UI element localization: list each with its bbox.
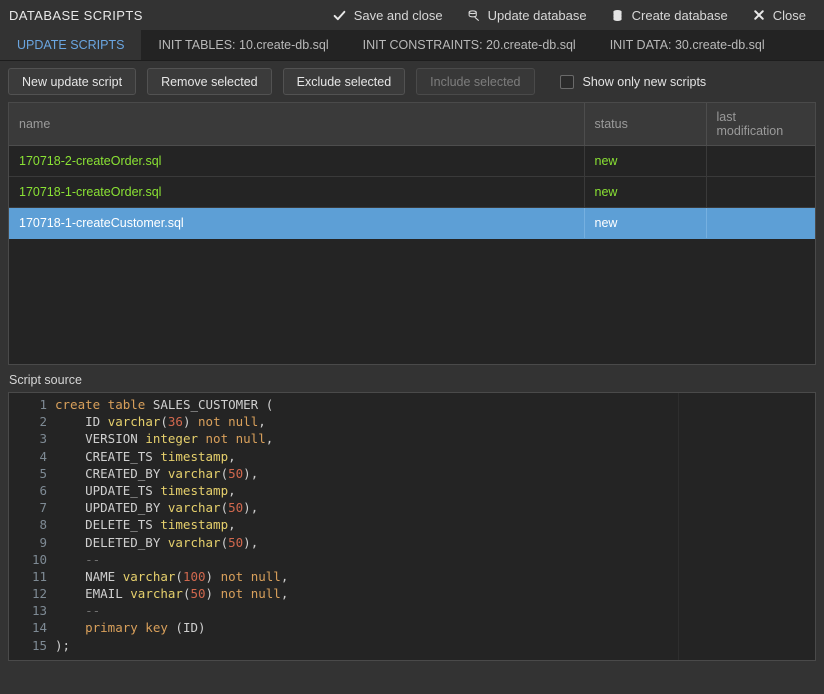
line-number: 6 bbox=[39, 482, 47, 498]
scripts-table[interactable]: name status last modification 170718-2-c… bbox=[8, 102, 816, 365]
code-line: 14 primary key (ID) bbox=[9, 619, 815, 636]
code-text: CREATE_TS timestamp, bbox=[55, 448, 236, 464]
checkbox-box[interactable] bbox=[559, 74, 574, 89]
tab-label: INIT TABLES: 10.create-db.sql bbox=[158, 38, 329, 52]
code-text: -- bbox=[55, 551, 101, 567]
code-text: create table SALES_CUSTOMER ( bbox=[55, 397, 274, 412]
close-label: Close bbox=[772, 7, 806, 23]
code-line: 8 DELETE_TS timestamp, bbox=[9, 516, 815, 533]
code-line: 3 VERSION integer not null, bbox=[9, 430, 815, 447]
line-number: 14 bbox=[31, 620, 47, 636]
code-line: 11 NAME varchar(100) not null, bbox=[9, 568, 815, 585]
page-title: DATABASE SCRIPTS bbox=[9, 7, 143, 23]
code-line: 12 EMAIL varchar(50) not null, bbox=[9, 585, 815, 602]
code-text: UPDATED_BY varchar(50), bbox=[55, 500, 259, 516]
code-text: CREATED_BY varchar(50), bbox=[55, 465, 259, 481]
update-database-label: Update database bbox=[487, 7, 587, 23]
code-text: ID varchar(36) not null, bbox=[55, 414, 266, 430]
cell-last-modification bbox=[706, 176, 815, 208]
cell-status: new bbox=[584, 145, 707, 177]
close-button[interactable]: Close bbox=[740, 0, 818, 30]
code-line: 1 create table SALES_CUSTOMER ( bbox=[9, 396, 815, 413]
code-lines: 1 create table SALES_CUSTOMER (2 ID varch… bbox=[9, 393, 815, 654]
line-number: 13 bbox=[31, 603, 47, 619]
code-text: DELETED_BY varchar(50), bbox=[55, 534, 259, 550]
check-icon bbox=[333, 8, 347, 22]
code-line: 13 -- bbox=[9, 602, 815, 619]
code-text: primary key (ID) bbox=[55, 620, 206, 636]
window-titlebar: DATABASE SCRIPTS Save and close Update d… bbox=[0, 0, 824, 30]
tab-update-scripts[interactable]: UPDATE SCRIPTS bbox=[0, 30, 142, 60]
line-number: 1 bbox=[39, 397, 47, 412]
code-line: 4 CREATE_TS timestamp, bbox=[9, 448, 815, 465]
cell-last-modification bbox=[706, 207, 815, 239]
create-database-icon bbox=[611, 8, 625, 22]
line-number: 8 bbox=[39, 517, 47, 533]
tab-init-tables[interactable]: INIT TABLES: 10.create-db.sql bbox=[141, 30, 345, 60]
line-number: 9 bbox=[39, 534, 47, 550]
line-number: 15 bbox=[31, 637, 47, 653]
code-line: 2 ID varchar(36) not null, bbox=[9, 413, 815, 430]
column-header-last-modification[interactable]: last modification bbox=[706, 103, 815, 146]
code-line: 6 UPDATE_TS timestamp, bbox=[9, 482, 815, 499]
line-number: 10 bbox=[31, 551, 47, 567]
close-icon bbox=[752, 8, 766, 22]
show-only-new-scripts-checkbox[interactable]: Show only new scripts bbox=[559, 74, 707, 89]
line-number: 5 bbox=[39, 465, 47, 481]
code-text: ); bbox=[55, 637, 71, 653]
cell-status: new bbox=[584, 207, 707, 239]
code-line: 15); bbox=[9, 637, 815, 654]
tabstrip: UPDATE SCRIPTS INIT TABLES: 10.create-db… bbox=[0, 30, 824, 61]
create-database-label: Create database bbox=[631, 7, 728, 23]
code-text: VERSION integer not null, bbox=[55, 431, 274, 447]
script-source-label: Script source bbox=[9, 373, 82, 387]
code-line: 10 -- bbox=[9, 551, 815, 568]
new-update-script-button[interactable]: New update script bbox=[8, 68, 137, 95]
table-row[interactable]: 170718-2-createOrder.sql new bbox=[9, 145, 815, 177]
save-and-close-button[interactable]: Save and close bbox=[321, 0, 455, 30]
include-selected-button[interactable]: Include selected bbox=[416, 68, 535, 95]
table-header-row: name status last modification bbox=[9, 103, 815, 146]
code-text: UPDATE_TS timestamp, bbox=[55, 482, 236, 498]
tab-label: INIT DATA: 30.create-db.sql bbox=[609, 38, 765, 52]
tab-init-data[interactable]: INIT DATA: 30.create-db.sql bbox=[593, 30, 782, 60]
cell-name: 170718-2-createOrder.sql bbox=[9, 145, 585, 177]
exclude-selected-button[interactable]: Exclude selected bbox=[282, 68, 406, 95]
save-and-close-label: Save and close bbox=[353, 7, 443, 23]
column-header-name[interactable]: name bbox=[9, 103, 585, 146]
table-row-selected[interactable]: 170718-1-createCustomer.sql new bbox=[9, 207, 815, 239]
tab-init-constraints[interactable]: INIT CONSTRAINTS: 20.create-db.sql bbox=[346, 30, 593, 60]
line-number: 3 bbox=[39, 431, 47, 447]
line-number: 11 bbox=[31, 568, 47, 584]
remove-selected-button[interactable]: Remove selected bbox=[147, 68, 272, 95]
create-database-button[interactable]: Create database bbox=[599, 0, 740, 30]
code-line: 7 UPDATED_BY varchar(50), bbox=[9, 499, 815, 516]
code-text: DELETE_TS timestamp, bbox=[55, 517, 236, 533]
code-text: EMAIL varchar(50) not null, bbox=[55, 586, 289, 602]
line-number: 12 bbox=[31, 586, 47, 602]
code-line: 9 DELETED_BY varchar(50), bbox=[9, 534, 815, 551]
cell-name: 170718-1-createOrder.sql bbox=[9, 176, 585, 208]
update-database-icon bbox=[467, 8, 481, 22]
scripts-toolbar: New update script Remove selected Exclud… bbox=[0, 61, 824, 102]
code-line: 5 CREATED_BY varchar(50), bbox=[9, 465, 815, 482]
column-header-status[interactable]: status bbox=[584, 103, 707, 146]
titlebar-actions: Save and close Update database Create da… bbox=[321, 0, 818, 30]
tab-label: INIT CONSTRAINTS: 20.create-db.sql bbox=[362, 38, 576, 52]
show-only-new-scripts-label: Show only new scripts bbox=[582, 74, 707, 89]
script-source-editor[interactable]: 1 create table SALES_CUSTOMER (2 ID varch… bbox=[8, 392, 816, 661]
update-database-button[interactable]: Update database bbox=[455, 0, 599, 30]
cell-name: 170718-1-createCustomer.sql bbox=[9, 207, 585, 239]
code-text: -- bbox=[55, 603, 101, 619]
line-number: 4 bbox=[39, 448, 47, 464]
code-text: NAME varchar(100) not null, bbox=[55, 568, 289, 584]
tab-label: UPDATE SCRIPTS bbox=[17, 38, 125, 52]
table-row[interactable]: 170718-1-createOrder.sql new bbox=[9, 176, 815, 208]
cell-last-modification bbox=[706, 145, 815, 177]
line-number: 2 bbox=[39, 414, 47, 430]
cell-status: new bbox=[584, 176, 707, 208]
line-number: 7 bbox=[39, 500, 47, 516]
